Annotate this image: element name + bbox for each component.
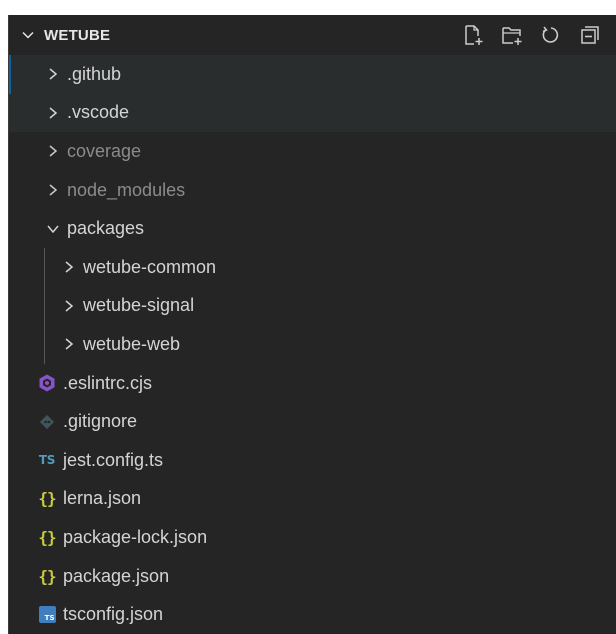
section-title: WETUBE xyxy=(44,26,111,44)
new-file-icon[interactable] xyxy=(461,23,485,47)
refresh-icon[interactable] xyxy=(539,23,563,47)
tree-row-file-jest-config[interactable]: TS jest.config.ts xyxy=(9,441,616,480)
indent-guide xyxy=(44,325,45,364)
tree-row-folder-github[interactable]: .github xyxy=(9,55,616,94)
tree-row-folder-wetube-signal[interactable]: wetube-signal xyxy=(9,286,616,326)
indent-guide xyxy=(44,247,45,287)
tree-item-label: packages xyxy=(67,218,145,239)
tree-item-label: .github xyxy=(67,63,122,84)
chevron-right-icon[interactable] xyxy=(59,296,79,316)
chevron-right-icon[interactable] xyxy=(43,180,63,200)
tree-item-label: coverage xyxy=(67,140,142,161)
tree-item-label: wetube-common xyxy=(83,256,217,277)
eslint-icon xyxy=(35,373,59,393)
tree-item-label: jest.config.ts xyxy=(63,449,164,470)
tree-item-label: package-lock.json xyxy=(63,526,208,547)
tree-row-folder-coverage[interactable]: coverage xyxy=(9,132,616,171)
ts-badge: TS xyxy=(38,453,56,468)
tree-row-folder-wetube-common[interactable]: wetube-common xyxy=(9,247,616,287)
tree-row-folder-wetube-web[interactable]: wetube-web xyxy=(9,325,616,364)
tree-item-label: node_modules xyxy=(67,179,186,200)
tree-item-label: lerna.json xyxy=(63,488,142,509)
json-icon: {} xyxy=(35,489,59,509)
tree-item-label: .vscode xyxy=(67,102,130,123)
chevron-right-icon[interactable] xyxy=(43,103,63,123)
json-icon: {} xyxy=(35,566,59,586)
collapse-all-icon[interactable] xyxy=(578,23,602,47)
focus-indicator xyxy=(9,55,11,94)
chevron-down-icon[interactable] xyxy=(21,28,35,42)
tree-row-file-lerna[interactable]: {} lerna.json xyxy=(9,480,616,519)
tree-item-label: package.json xyxy=(63,565,170,586)
explorer-panel: WETUBE .github .vscode coverage node_mod… xyxy=(8,15,616,634)
git-icon xyxy=(35,412,59,432)
json-braces: {} xyxy=(38,527,56,547)
tree-row-folder-packages[interactable]: packages xyxy=(9,209,616,248)
tsconfig-icon: TS xyxy=(35,605,59,625)
chevron-right-icon[interactable] xyxy=(59,334,79,354)
tree-item-label: wetube-web xyxy=(83,333,181,354)
tree-row-file-package[interactable]: {} package.json xyxy=(9,557,616,596)
chevron-right-icon[interactable] xyxy=(59,257,79,277)
tree-row-file-eslintrc[interactable]: .eslintrc.cjs xyxy=(9,364,616,403)
tree-row-file-package-lock[interactable]: {} package-lock.json xyxy=(9,518,616,557)
indent-guide xyxy=(44,286,45,326)
chevron-right-icon[interactable] xyxy=(43,141,63,161)
tree-item-label: wetube-signal xyxy=(83,295,195,316)
tsconfig-badge: TS xyxy=(38,606,56,624)
tree-item-label: .gitignore xyxy=(63,411,138,432)
json-icon: {} xyxy=(35,527,59,547)
json-braces: {} xyxy=(38,566,56,586)
header-actions xyxy=(461,23,602,47)
json-braces: {} xyxy=(38,489,56,509)
tree-item-label: tsconfig.json xyxy=(63,604,164,625)
tree-row-folder-vscode[interactable]: .vscode xyxy=(9,93,616,133)
tree-item-label: .eslintrc.cjs xyxy=(63,372,153,393)
typescript-icon: TS xyxy=(35,450,59,470)
chevron-right-icon[interactable] xyxy=(43,64,63,84)
file-tree: .github .vscode coverage node_modules pa xyxy=(9,55,616,634)
chevron-down-icon[interactable] xyxy=(43,219,63,239)
tree-row-file-tsconfig[interactable]: TS tsconfig.json xyxy=(9,595,616,634)
new-folder-icon[interactable] xyxy=(500,23,524,47)
explorer-section-header[interactable]: WETUBE xyxy=(9,15,616,55)
tree-row-file-gitignore[interactable]: .gitignore xyxy=(9,402,616,441)
tree-row-folder-node-modules[interactable]: node_modules xyxy=(9,171,616,210)
